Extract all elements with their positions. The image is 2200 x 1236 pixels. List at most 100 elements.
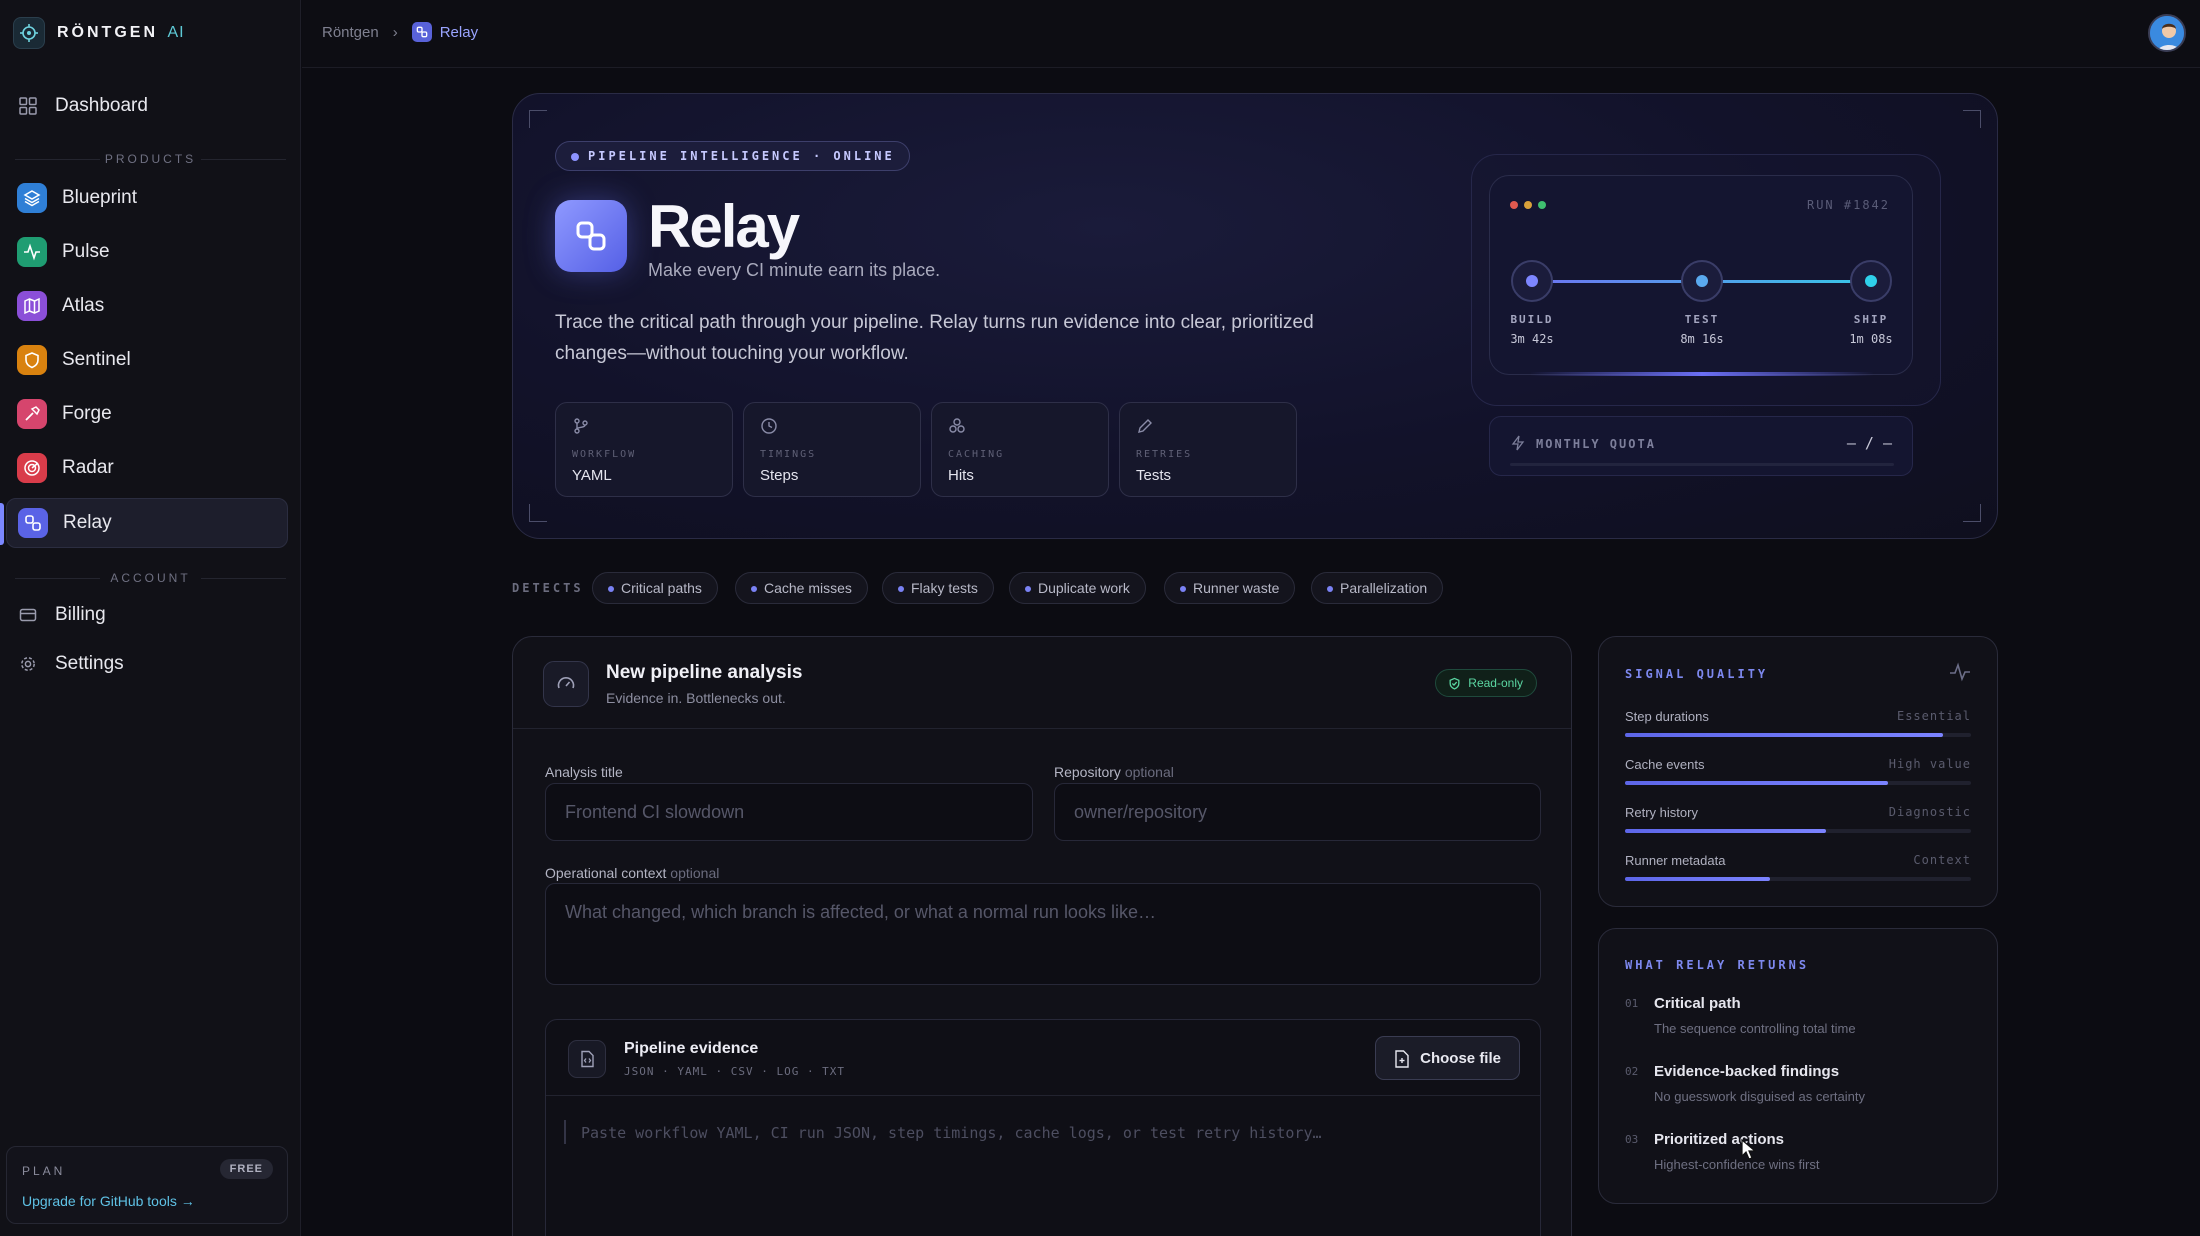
text-cursor — [564, 1120, 566, 1144]
detect-chip: Duplicate work — [1009, 572, 1146, 604]
map-icon — [17, 291, 47, 321]
glow-bar — [1530, 372, 1874, 376]
choose-file-label: Choose file — [1420, 1049, 1501, 1067]
detect-chip: Cache misses — [735, 572, 868, 604]
sidebar-item-label: Relay — [63, 512, 112, 533]
optional-tag: optional — [1124, 764, 1174, 780]
sidebar-item-pulse[interactable]: Pulse — [6, 227, 288, 277]
feature-card-caching: CACHING Hits — [931, 402, 1109, 497]
evidence-title: Pipeline evidence — [624, 1040, 759, 1057]
sidebar-item-sentinel[interactable]: Sentinel — [6, 335, 288, 385]
sidebar-item-blueprint[interactable]: Blueprint — [6, 173, 288, 223]
return-title: Critical path — [1654, 995, 1741, 1012]
signal-fill — [1625, 877, 1771, 881]
return-number: 01 — [1625, 997, 1639, 1010]
signal-track — [1625, 877, 1971, 881]
stage-build: BUILD 3m 42s — [1492, 260, 1572, 346]
sidebar-item-label: Pulse — [62, 241, 110, 262]
feature-label: RETRIES — [1136, 449, 1193, 460]
return-title: Prioritized actions — [1654, 1131, 1785, 1148]
breadcrumb: Röntgen › Relay — [322, 22, 478, 42]
pipeline-evidence: Pipeline evidence JSON · YAML · CSV · LO… — [545, 1019, 1541, 1236]
analysis-form: New pipeline analysis Evidence in. Bottl… — [512, 636, 1572, 1236]
sidebar-item-billing[interactable]: Billing — [6, 590, 288, 640]
gauge-icon — [543, 661, 589, 707]
relay-icon — [555, 200, 627, 272]
window-dots — [1510, 201, 1546, 209]
active-indicator — [0, 503, 4, 545]
detect-chip: Parallelization — [1311, 572, 1444, 604]
brand[interactable]: RÖNTGEN AI — [13, 16, 185, 50]
shield-check-icon — [1449, 677, 1460, 690]
sidebar-item-atlas[interactable]: Atlas — [6, 281, 288, 331]
feature-value: YAML — [572, 467, 612, 484]
feature-card-timings: TIMINGS Steps — [743, 402, 921, 497]
upgrade-link[interactable]: Upgrade for GitHub tools → — [22, 1193, 195, 1209]
signal-fill — [1625, 829, 1826, 833]
analysis-subtitle: Evidence in. Bottlenecks out. — [606, 690, 786, 706]
sidebar-item-settings[interactable]: Settings — [6, 639, 288, 689]
brand-name: RÖNTGEN — [57, 24, 158, 41]
signal-track — [1625, 781, 1971, 785]
detects-label: DETECTS — [512, 581, 584, 595]
account-section-label: ACCOUNT — [0, 571, 301, 585]
signal-row: Cache events High value — [1625, 757, 1971, 785]
activity-icon — [1950, 662, 1970, 682]
brand-suffix: AI — [167, 24, 185, 41]
sidebar-item-label: Dashboard — [55, 95, 148, 116]
sidebar-item-radar[interactable]: Radar — [6, 443, 288, 493]
stage-name: BUILD — [1510, 313, 1554, 326]
page-description: Trace the critical path through your pip… — [555, 312, 1314, 364]
evidence-file-types: JSON · YAML · CSV · LOG · TXT — [624, 1065, 846, 1078]
breadcrumb-root[interactable]: Röntgen — [322, 24, 379, 41]
signal-tag: High value — [1888, 757, 1971, 771]
stage-time: 3m 42s — [1510, 332, 1554, 346]
stage-test: TEST 8m 16s — [1662, 260, 1742, 346]
breadcrumb-current[interactable]: Relay — [440, 24, 478, 41]
sidebar-item-dashboard[interactable]: Dashboard — [6, 81, 288, 131]
sidebar-item-relay[interactable]: Relay — [6, 498, 288, 548]
optional-tag: optional — [670, 865, 720, 881]
stage-time: 1m 08s — [1849, 332, 1893, 346]
detect-chip: Critical paths — [592, 572, 718, 604]
cache-icon — [949, 418, 965, 433]
file-plus-icon — [1395, 1050, 1409, 1068]
sidebar-item-label: Atlas — [62, 295, 105, 316]
feature-card-workflow: WORKFLOW YAML — [555, 402, 733, 497]
context-textarea[interactable]: What changed, which branch is affected, … — [545, 883, 1541, 985]
stage-ship: SHIP 1m 08s — [1831, 260, 1911, 346]
chevron-right-icon: › — [392, 23, 398, 41]
plan-title: PLAN — [22, 1164, 66, 1178]
run-card: RUN #1842 BUILD 3m 42s TEST 8m 16s SHIP … — [1489, 175, 1913, 376]
feature-value: Hits — [948, 467, 974, 484]
repository-label: Repository optional — [1054, 764, 1174, 780]
sidebar-item-forge[interactable]: Forge — [6, 389, 288, 439]
detect-chip: Runner waste — [1164, 572, 1296, 604]
stage-time: 8m 16s — [1680, 332, 1724, 346]
signal-track — [1625, 733, 1971, 737]
sidebar-item-label: Forge — [62, 403, 112, 424]
signal-fill — [1625, 781, 1888, 785]
analysis-title-label: Analysis title — [545, 764, 623, 780]
hero-panel: PIPELINE INTELLIGENCE · ONLINE Relay Mak… — [512, 93, 1998, 539]
returns-card: WHAT RELAY RETURNS 01 Critical path The … — [1598, 928, 1998, 1204]
corner-mark — [1963, 504, 1981, 522]
evidence-textarea[interactable]: Paste workflow YAML, CI run JSON, step t… — [581, 1124, 1322, 1142]
branch-icon — [574, 418, 588, 434]
read-only-badge: Read-only — [1435, 669, 1537, 697]
feature-label: WORKFLOW — [572, 449, 637, 460]
analysis-title-input[interactable]: Frontend CI slowdown — [545, 783, 1033, 841]
quota-label: MONTHLY QUOTA — [1536, 437, 1656, 451]
returns-title: WHAT RELAY RETURNS — [1625, 958, 1810, 972]
signal-quality-card: SIGNAL QUALITY Step durations Essential … — [1598, 636, 1998, 907]
avatar[interactable] — [2148, 14, 2186, 52]
return-subtitle: Highest-confidence wins first — [1654, 1157, 1820, 1172]
clock-icon — [761, 418, 777, 434]
stage-name: TEST — [1684, 313, 1720, 326]
return-number: 03 — [1625, 1133, 1639, 1146]
signal-track — [1625, 829, 1971, 833]
choose-file-button[interactable]: Choose file — [1375, 1036, 1520, 1080]
page-title: Relay — [648, 193, 800, 260]
signal-quality-title: SIGNAL QUALITY — [1625, 667, 1769, 681]
repository-input[interactable]: owner/repository — [1054, 783, 1541, 841]
